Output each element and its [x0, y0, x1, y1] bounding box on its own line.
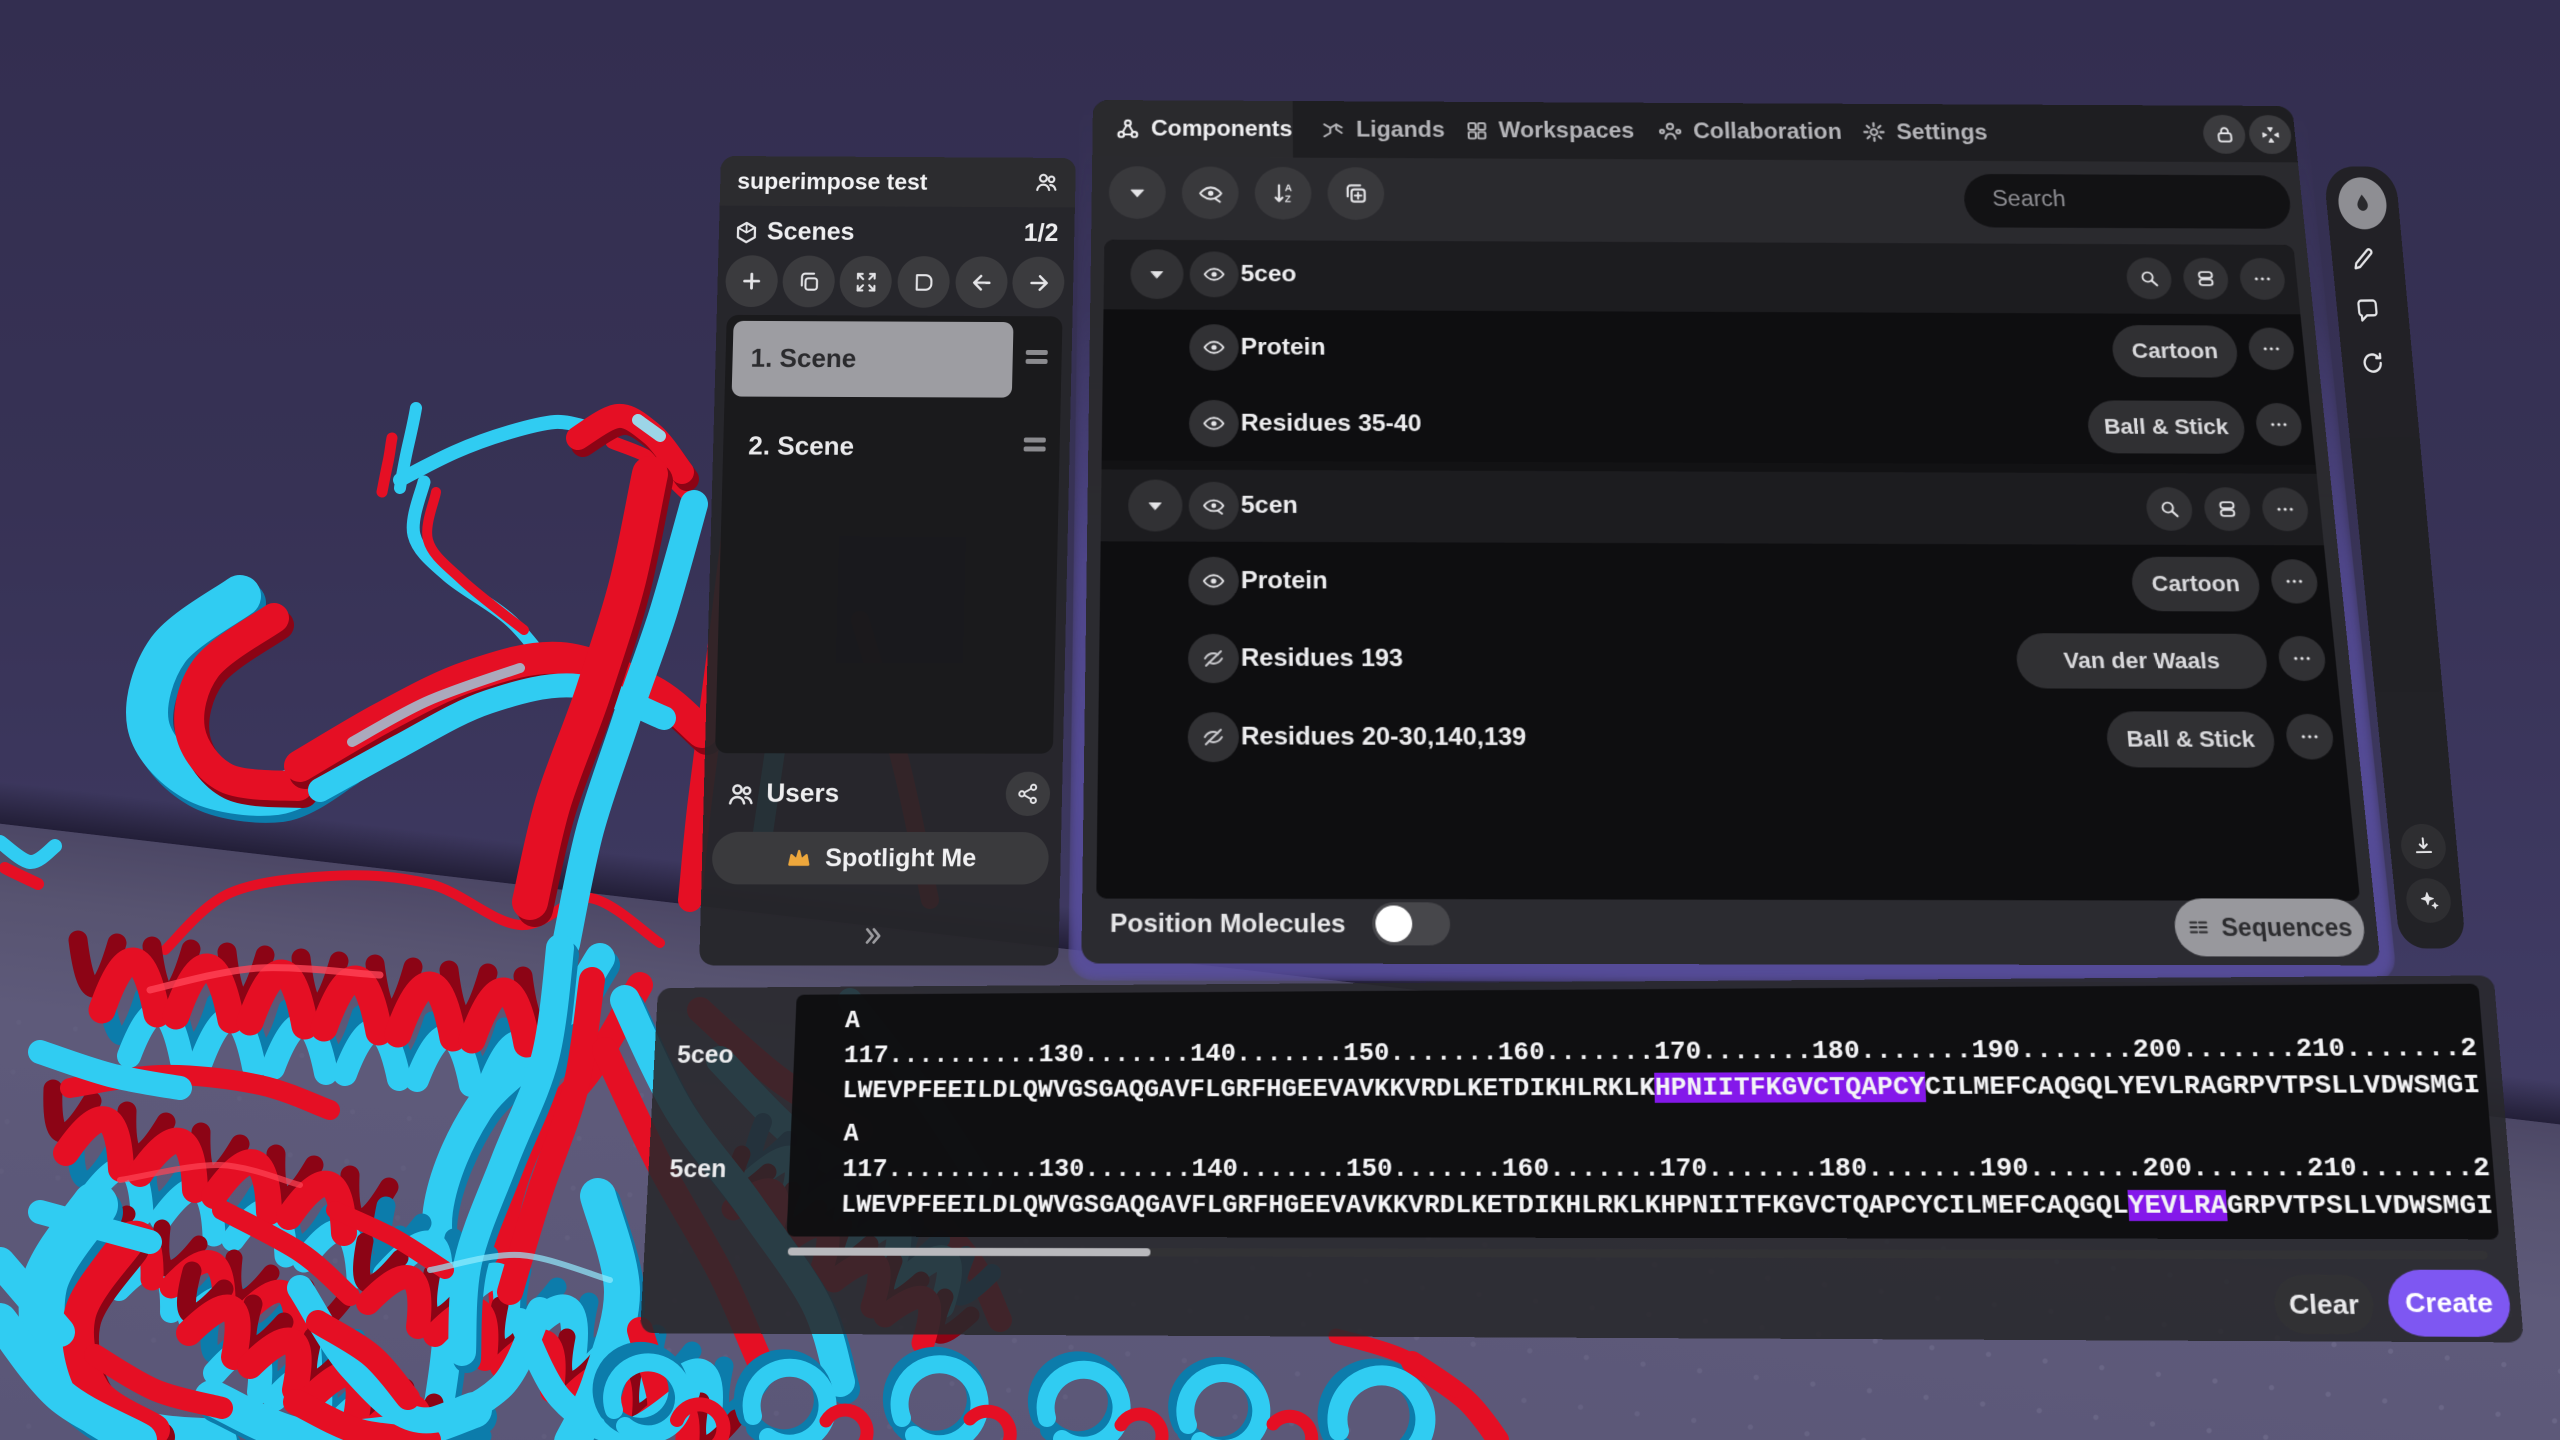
- svg-text:A: A: [1284, 183, 1291, 194]
- svg-text:Z: Z: [1284, 194, 1290, 205]
